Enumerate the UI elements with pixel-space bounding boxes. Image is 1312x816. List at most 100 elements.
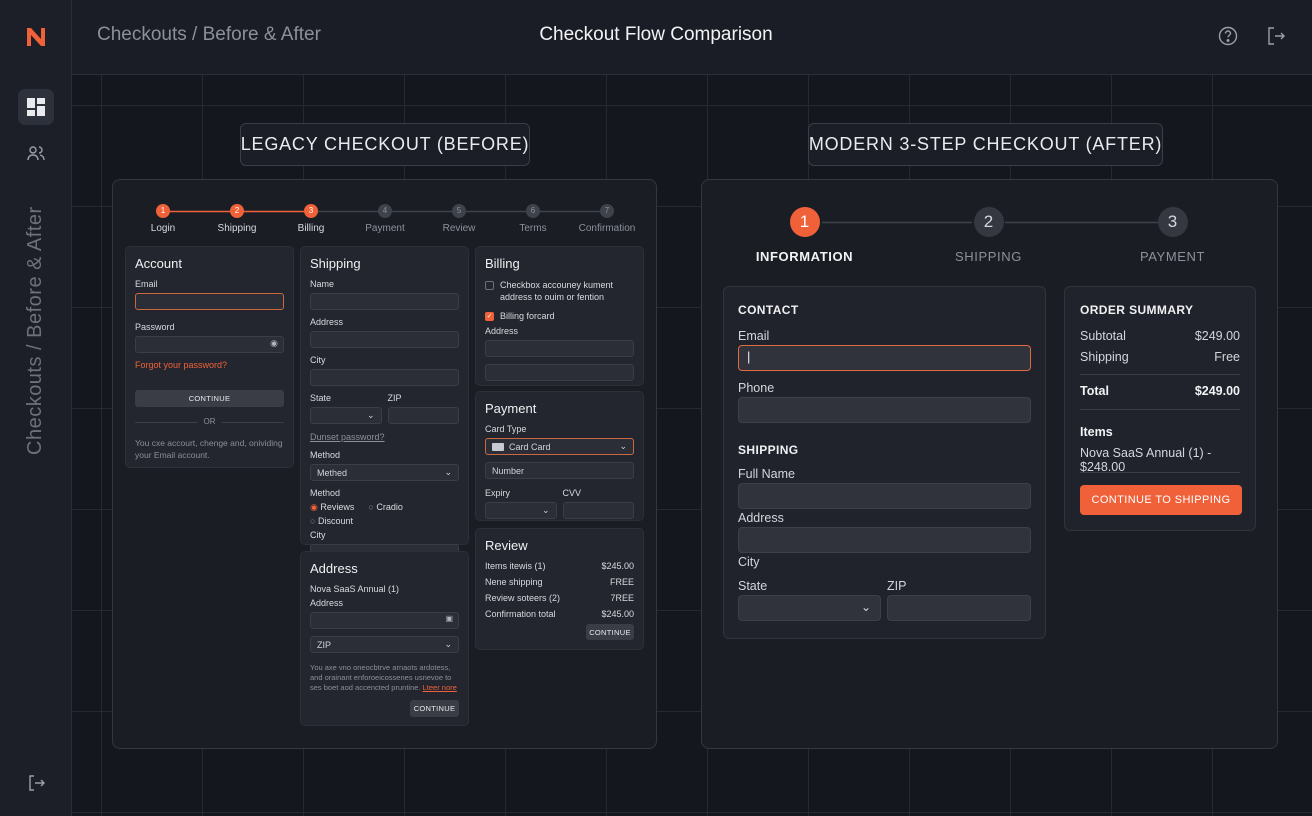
city-label: City bbox=[738, 555, 760, 569]
address-continue-button[interactable]: CONTINUE bbox=[410, 700, 459, 717]
modern-step-shipping[interactable]: 2 SHIPPING bbox=[931, 207, 1046, 264]
review-title: Review bbox=[485, 538, 528, 553]
city-input[interactable] bbox=[310, 369, 459, 386]
sidebar-vertical-label: Checkouts / Before & After bbox=[24, 206, 46, 455]
brand-logo-icon[interactable] bbox=[24, 25, 48, 49]
logout-icon bbox=[29, 775, 45, 791]
cvv-input[interactable] bbox=[562, 502, 634, 519]
radio-reviews[interactable]: ◉ Reviews bbox=[310, 502, 354, 513]
name-input[interactable] bbox=[310, 293, 459, 310]
email-input[interactable] bbox=[135, 293, 284, 310]
chevron-down-icon: ⌄ bbox=[444, 467, 452, 477]
billing-card: Billing Checkbox accouney kument address… bbox=[475, 246, 644, 386]
account-title: Account bbox=[135, 256, 182, 271]
full-name-input[interactable] bbox=[738, 483, 1031, 509]
full-name-label: Full Name bbox=[738, 467, 795, 481]
address-note: You axe vno oneocbtrve arnaots ardotess,… bbox=[310, 663, 457, 692]
legacy-step[interactable]: 3 Billing bbox=[281, 204, 341, 234]
legacy-shipping-card: Shipping Name Address City State ⌄ ZIP Du… bbox=[300, 246, 469, 561]
address-input[interactable] bbox=[738, 527, 1031, 553]
or-divider: OR bbox=[135, 416, 284, 428]
email-label: Email bbox=[738, 329, 770, 343]
account-card: Account Email Password ◉ Forgot your pas… bbox=[125, 246, 294, 468]
method-radios: ◉ Reviews ○ Cradio bbox=[310, 502, 459, 513]
legacy-step[interactable]: 1 Login bbox=[133, 204, 193, 234]
modern-step-information[interactable]: 1 INFORMATION bbox=[747, 207, 862, 264]
chevron-down-icon: ⌄ bbox=[541, 505, 550, 515]
phone-label: Phone bbox=[738, 381, 775, 395]
card-type-select[interactable]: Card Card ⌄ bbox=[485, 438, 634, 455]
location-icon: ▣ bbox=[445, 614, 453, 623]
review-continue-button[interactable]: CONTINUE bbox=[586, 624, 634, 640]
chevron-down-icon: ⌄ bbox=[619, 441, 627, 451]
legacy-step[interactable]: 7 Confirmation bbox=[573, 204, 641, 234]
modern-step-payment[interactable]: 3 PAYMENT bbox=[1115, 207, 1230, 264]
number-input[interactable]: Number bbox=[485, 462, 634, 479]
zip-input[interactable] bbox=[387, 407, 459, 424]
address-title: Address bbox=[310, 561, 358, 576]
billing-checkbox-1[interactable]: Checkbox accouney kument address to ouim… bbox=[485, 279, 634, 303]
legacy-step[interactable]: 2 Shipping bbox=[207, 204, 267, 234]
state-zip-row: State ⌄ ZIP bbox=[310, 393, 459, 431]
address-label: Address bbox=[738, 511, 784, 525]
phone-input[interactable] bbox=[738, 397, 1031, 423]
continue-to-shipping-button[interactable]: CONTINUE TO SHIPPING bbox=[1080, 485, 1242, 515]
users-nav-button[interactable] bbox=[18, 136, 54, 172]
information-form-card: CONTACT Email | Phone SHIPPING Full Name… bbox=[723, 286, 1046, 639]
expiry-select[interactable]: ⌄ bbox=[485, 502, 557, 519]
dashboard-icon bbox=[27, 98, 45, 116]
review-row: Nene shipping FREE bbox=[485, 577, 634, 587]
order-summary-card: ORDER SUMMARY Subtotal $249.00 Shipping Fr… bbox=[1064, 286, 1256, 531]
city-label: City bbox=[310, 530, 326, 540]
legacy-panel: 1 Login 2 Shipping 3 Billing 4 Payment 5 Revi… bbox=[112, 179, 657, 749]
chevron-down-icon: ⌄ bbox=[860, 600, 871, 614]
zip-label: ZIP bbox=[887, 579, 907, 593]
top-bar: Checkouts / Before & After Checkout Flow… bbox=[72, 0, 1312, 75]
page-title: Checkout Flow Comparison bbox=[539, 24, 773, 45]
total-row: Total $249.00 bbox=[1080, 384, 1240, 398]
learn-more-link[interactable]: Lteer nore bbox=[423, 683, 457, 692]
billing-address-input-2[interactable] bbox=[485, 364, 634, 381]
payment-card: Payment Card Type Card Card ⌄ Number Expi… bbox=[475, 391, 644, 521]
item-row: Nova SaaS Annual (1) - $248.00 bbox=[1080, 446, 1212, 474]
legacy-label: LEGACY CHECKOUT (BEFORE) bbox=[240, 123, 530, 166]
card-type-label: Card Type bbox=[485, 424, 527, 434]
dashboard-nav-button[interactable] bbox=[18, 89, 54, 125]
expiry-label: Expiry bbox=[485, 488, 511, 498]
review-row: Confirmation total $245.00 bbox=[485, 609, 634, 619]
zip-input[interactable] bbox=[887, 595, 1031, 621]
logout-nav-button[interactable] bbox=[18, 765, 54, 801]
eye-icon[interactable]: ◉ bbox=[270, 338, 278, 349]
help-icon[interactable] bbox=[1217, 25, 1239, 47]
billing-address-input[interactable] bbox=[485, 340, 634, 357]
legacy-step[interactable]: 4 Payment bbox=[355, 204, 415, 234]
shipping-heading: SHIPPING bbox=[738, 443, 799, 457]
zip-select[interactable]: ZIP ⌄ bbox=[310, 636, 459, 653]
items-heading: Items bbox=[1080, 425, 1113, 439]
email-label: Email bbox=[135, 279, 158, 289]
payment-title: Payment bbox=[485, 401, 537, 416]
users-icon bbox=[27, 146, 45, 161]
method-select[interactable]: Methed ⌄ bbox=[310, 464, 459, 481]
address-label: Address bbox=[310, 317, 344, 327]
forgot-password-link[interactable]: Forgot your password? bbox=[135, 360, 284, 370]
state-select[interactable]: ⌄ bbox=[310, 407, 382, 424]
billing-checkbox-2[interactable]: ✓ Billing forcard bbox=[485, 311, 634, 321]
logout-icon[interactable] bbox=[1265, 25, 1287, 47]
subtotal-row: Subtotal $249.00 bbox=[1080, 329, 1240, 343]
dunset-password-link[interactable]: Dunset password? bbox=[310, 432, 459, 442]
state-select[interactable]: ⌄ bbox=[738, 595, 881, 621]
modern-label: MODERN 3-STEP CHECKOUT (AFTER) bbox=[808, 123, 1163, 166]
legacy-step[interactable]: 5 Review bbox=[429, 204, 489, 234]
address-input[interactable]: ▣ bbox=[310, 612, 459, 629]
account-continue-button[interactable]: CONTINUE bbox=[135, 390, 284, 407]
address-input[interactable] bbox=[310, 331, 459, 348]
radio-discount[interactable]: ○ Discount bbox=[310, 516, 459, 526]
radio-cradio[interactable]: ○ Cradio bbox=[368, 502, 402, 513]
billing-title: Billing bbox=[485, 256, 520, 271]
legacy-step[interactable]: 6 Terms bbox=[503, 204, 563, 234]
comparison-canvas: LEGACY CHECKOUT (BEFORE) MODERN 3-STEP C… bbox=[72, 75, 1312, 816]
password-input[interactable]: ◉ bbox=[135, 336, 284, 353]
email-input[interactable]: | bbox=[738, 345, 1031, 371]
chevron-down-icon: ⌄ bbox=[366, 410, 375, 420]
